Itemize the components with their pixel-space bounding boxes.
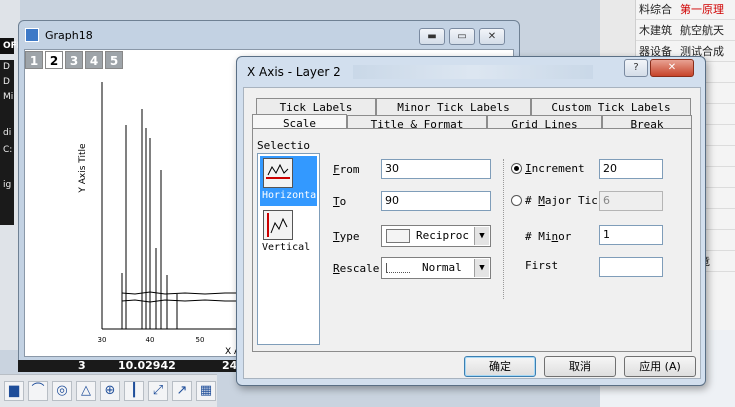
bottom-toolbar: ▆ ⌒ ◎ △ ⊕ ┃ ⤢ ↗ ▦ — [0, 374, 217, 407]
y-axis-title: Y Axis Title — [78, 143, 88, 194]
increment-radio[interactable] — [511, 163, 522, 174]
selection-vertical[interactable]: Vertical — [260, 208, 317, 258]
help-button[interactable]: ? — [624, 59, 648, 77]
scale-panel: Selectio Horizonta Vertical From 30 To 9… — [252, 128, 692, 352]
horizontal-axis-icon — [263, 158, 293, 188]
layer-tab-1[interactable]: 1 — [25, 51, 43, 69]
minor-ticks-label: # Minor — [525, 230, 572, 243]
arrow-plot-icon[interactable]: ↗ — [172, 381, 192, 401]
layer-tab-4[interactable]: 4 — [85, 51, 103, 69]
column-separator — [503, 159, 504, 299]
x-axis-dialog: X Axis - Layer 2 ? ✕ Tick Labels Minor T… — [236, 56, 706, 386]
increment-label: Increment — [525, 162, 585, 175]
major-ticks-radio[interactable] — [511, 195, 522, 206]
cell-text: ig — [3, 180, 12, 190]
minimize-button[interactable]: ▬ — [419, 28, 445, 45]
dialog-title-blur — [353, 65, 593, 79]
x-tick-label: 50 — [196, 336, 205, 344]
to-input[interactable]: 90 — [381, 191, 491, 211]
maximize-button[interactable]: ▭ — [449, 28, 475, 45]
increment-input[interactable]: 20 — [599, 159, 663, 179]
close-window-button[interactable]: ✕ — [479, 28, 505, 45]
row-value: 10.02942 — [118, 359, 176, 372]
webpage-row-link[interactable]: 第一原理 — [680, 3, 724, 16]
selection-horizontal-label: Horizonta — [262, 190, 317, 201]
row-number: 3 — [78, 359, 86, 372]
globe-plot-icon[interactable]: ⊕ — [100, 381, 120, 401]
type-label: Type — [333, 230, 360, 243]
first-label: First — [525, 259, 559, 272]
selection-horizontal[interactable]: Horizonta — [260, 156, 317, 206]
cell-text: di — [3, 128, 12, 138]
from-label: From — [333, 163, 360, 176]
type-select[interactable]: Reciproc ▼ — [381, 225, 491, 247]
worksheet-status-row: 3 10.02942 24 — [18, 359, 240, 372]
reciprocal-scale-icon — [386, 229, 410, 243]
apply-button[interactable]: 应用 (A) — [624, 356, 696, 377]
x-tick-label: 40 — [146, 336, 155, 344]
ok-button[interactable]: 确定 — [464, 356, 536, 377]
cell-text: C: — [3, 145, 13, 155]
layer-tab-2[interactable]: 2 — [45, 51, 63, 69]
minor-ticks-input[interactable]: 1 — [599, 225, 663, 245]
layer-tab-3[interactable]: 3 — [65, 51, 83, 69]
graph-app-icon — [25, 28, 39, 42]
cancel-button[interactable]: 取消 — [544, 356, 616, 377]
to-label: To — [333, 195, 347, 208]
rescale-select[interactable]: Normal ▼ — [381, 257, 491, 279]
area-plot-icon[interactable]: ⌒ — [28, 381, 48, 401]
major-ticks-label: # Major Tic — [525, 194, 598, 207]
line-plot-icon[interactable]: ▆ — [4, 381, 24, 401]
chevron-down-icon[interactable]: ▼ — [474, 227, 489, 245]
selection-label: Selectio — [257, 139, 310, 152]
webpage-row-link[interactable]: 航空航天 — [680, 24, 724, 37]
selection-vertical-label: Vertical — [262, 242, 311, 253]
chevron-down-icon[interactable]: ▼ — [474, 259, 489, 277]
major-ticks-input[interactable]: 6 — [599, 191, 663, 211]
x-tick-label: 30 — [98, 336, 107, 344]
cell-text: D — [3, 62, 10, 72]
tab-custom-tick-labels[interactable]: Custom Tick Labels — [531, 98, 691, 116]
graph-titlebar[interactable]: Graph18 ▬ ▭ ✕ — [19, 21, 519, 49]
type-select-value: Reciproc — [416, 229, 469, 242]
layer-tab-5[interactable]: 5 — [105, 51, 123, 69]
cell-text: Mi — [3, 92, 14, 102]
webpage-row-category: 料综合 — [639, 3, 672, 16]
cell-text: D — [3, 77, 10, 87]
graph-window-title: Graph18 — [45, 29, 93, 42]
from-input[interactable]: 30 — [381, 159, 491, 179]
worksheet-tab[interactable]: OFI — [0, 38, 20, 54]
vertical-axis-icon — [263, 210, 293, 240]
selection-list[interactable]: Horizonta Vertical — [257, 153, 320, 345]
dialog-title: X Axis - Layer 2 — [247, 65, 341, 79]
polar-plot-icon[interactable]: ◎ — [52, 381, 72, 401]
webpage-row[interactable]: 木建筑 航空航天 — [636, 21, 735, 41]
bar-plot-icon[interactable]: ┃ — [124, 381, 144, 401]
dialog-close-button[interactable]: ✕ — [650, 59, 694, 77]
first-input[interactable] — [599, 257, 663, 277]
worksheet-cells: D D Mi di C: ig — [0, 60, 14, 225]
tab-minor-tick-labels[interactable]: Minor Tick Labels — [376, 98, 531, 116]
3d-plot-icon[interactable]: ▦ — [196, 381, 216, 401]
rescale-select-value: Normal — [422, 261, 462, 274]
webpage-row[interactable]: 料综合 第一原理 — [636, 0, 735, 20]
ternary-plot-icon[interactable]: △ — [76, 381, 96, 401]
rescale-label: Rescale — [333, 262, 380, 275]
worksheet-strip: OFI D D Mi di C: ig — [0, 0, 20, 350]
rescale-icon — [386, 263, 410, 273]
vector-plot-icon[interactable]: ⤢ — [148, 381, 168, 401]
webpage-row-category: 木建筑 — [639, 24, 672, 37]
dialog-body: Tick Labels Minor Tick Labels Custom Tic… — [243, 87, 701, 379]
